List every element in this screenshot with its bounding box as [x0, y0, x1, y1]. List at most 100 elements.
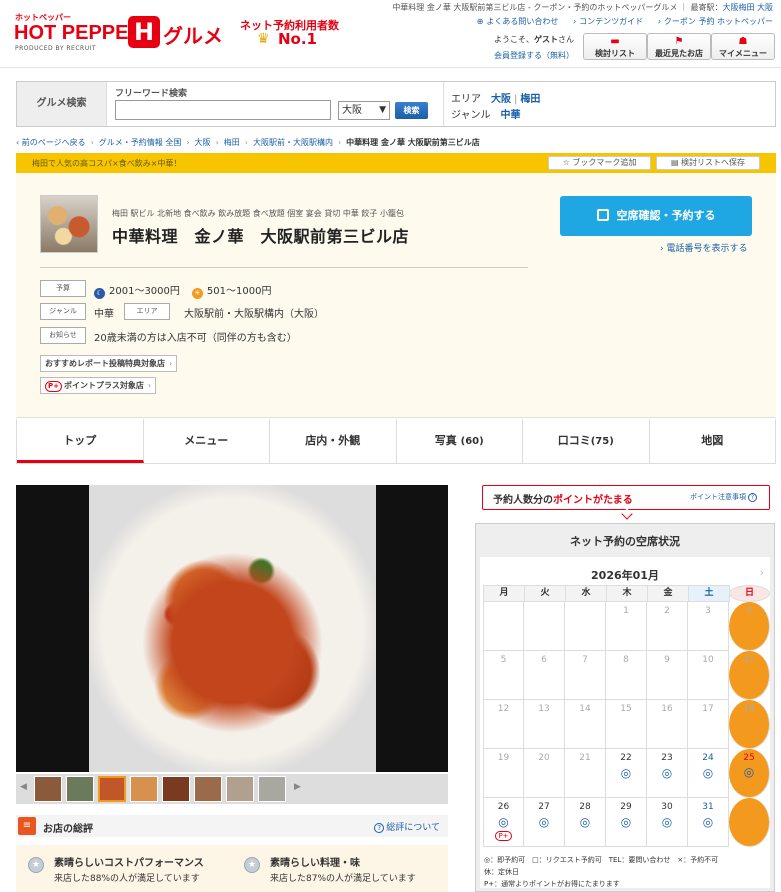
thumbnail[interactable]	[258, 776, 286, 802]
faq-link[interactable]: ⊕ よくある問い合わせ	[477, 17, 559, 26]
calendar-day: 21	[565, 749, 606, 798]
calendar-day[interactable]: 27 ◎	[524, 798, 565, 847]
review-summary-header: ≡ お店の総評 ? 総評について	[16, 815, 448, 837]
point-plus-badge[interactable]: P+ ポイントプラス対象店 ›	[40, 377, 157, 394]
thumbnail[interactable]	[194, 776, 222, 802]
genre-value: 中華	[94, 309, 114, 320]
content-guide-link[interactable]: › コンテンツガイド	[573, 17, 643, 26]
calendar-icon	[596, 209, 609, 221]
logo-h-icon[interactable]: H	[128, 16, 160, 48]
review-about-link[interactable]: ? 総評について	[374, 820, 440, 833]
calendar-empty-cell	[524, 602, 565, 651]
shop-tabs: トップ メニュー 店内・外観 写真 (60) 口コミ(75) 地図	[16, 419, 776, 464]
calendar-day[interactable]: 23 ◎	[647, 749, 688, 798]
logo-hotpepper[interactable]: HOT PEPPER	[14, 22, 143, 45]
calendar-day: 7	[565, 651, 606, 700]
available-mark-icon: ◎	[702, 766, 714, 780]
freeword-input[interactable]	[115, 100, 331, 120]
day-number: 9	[664, 655, 670, 665]
register-link[interactable]: 会員登録する（無料）	[494, 50, 574, 61]
back-link[interactable]: ‹ 前のページへ戻る	[16, 138, 86, 147]
day-number: 1	[623, 606, 629, 616]
nearest-station-link[interactable]: 大阪梅田 大阪	[722, 3, 773, 12]
tab-map[interactable]: 地図	[650, 419, 776, 463]
area-osaka-link[interactable]: 大阪	[491, 94, 511, 105]
sun-icon: ☀	[191, 288, 203, 299]
calendar-day[interactable]: 26 ◎ P+	[483, 798, 524, 847]
search-button[interactable]: 検索	[395, 102, 428, 119]
thumbnail[interactable]	[34, 776, 62, 802]
guest-name: ゲスト	[534, 35, 558, 44]
breadcrumb-item[interactable]: 大阪	[195, 138, 211, 147]
coupon-link[interactable]: › クーポン 予約 ホットペッパー	[658, 17, 773, 26]
breadcrumb-item[interactable]: 梅田	[224, 138, 240, 147]
my-menu-button[interactable]: ☗ マイメニュー	[711, 33, 775, 60]
area-condition: エリア 大阪 | 梅田	[451, 94, 541, 105]
tab-photos[interactable]: 写真 (60)	[397, 419, 523, 463]
calendar-empty-cell	[565, 602, 606, 651]
review-item-title: 素晴らしいコストパフォーマンス	[54, 858, 204, 869]
calendar-day: 3	[688, 602, 729, 651]
calendar-day: 9	[647, 651, 688, 700]
consider-list-button[interactable]: ▬ 検討リスト	[583, 33, 647, 60]
chevron-left-icon[interactable]: ◀	[20, 782, 27, 792]
tab-interior[interactable]: 店内・外観	[270, 419, 397, 463]
freeword-label: フリーワード検索	[115, 89, 188, 99]
area-select[interactable]: 大阪 ▼	[338, 101, 390, 120]
thumbnail[interactable]	[130, 776, 158, 802]
points-notice-link[interactable]: ポイント注意事項?	[690, 492, 757, 502]
area-umeda-link[interactable]: 梅田	[520, 94, 540, 105]
day-number: 2	[664, 606, 670, 616]
day-number: 22	[620, 753, 632, 763]
day-number: 7	[582, 655, 588, 665]
shop-info: 梅田 駅ビル 北新地 食べ飲み 飲み放題 食べ放題 個室 宴会 貸切 中華 餃子…	[16, 173, 776, 418]
report-benefit-badge[interactable]: おすすめレポート投稿特典対象店 ›	[40, 355, 178, 372]
calendar-day[interactable]: 29 ◎	[606, 798, 647, 847]
weekday-header: 水	[565, 585, 607, 602]
calendar-day: 15	[606, 700, 647, 749]
breadcrumb: ‹ 前のページへ戻る › グルメ・予約情報 全国 › 大阪 › 梅田 › 大阪駅前・大阪駅構内 ›…	[16, 138, 480, 147]
show-phone-link[interactable]: › 電話番号を表示する	[660, 241, 747, 254]
main-photo[interactable]	[16, 485, 448, 772]
shop-tags: 梅田 駅ビル 北新地 食べ飲み 飲み放題 食べ放題 個室 宴会 貸切 中華 餃子…	[112, 209, 404, 218]
calendar-day[interactable]: 28 ◎	[565, 798, 606, 847]
faq-icon: ⊕	[476, 17, 484, 26]
day-number: 19	[497, 753, 510, 763]
weekday-header: 木	[606, 585, 648, 602]
recently-viewed-button[interactable]: ⚑ 最近見たお店	[647, 33, 711, 60]
reserve-button[interactable]: 空席確認・予約する	[560, 196, 752, 236]
calendar-title: ネット予約の空席状況	[570, 535, 680, 548]
thumbnail[interactable]	[226, 776, 254, 802]
tab-reviews[interactable]: 口コミ(75)	[523, 419, 650, 463]
calendar-day: 12	[483, 700, 524, 749]
legend-point-plus: P+：通常よりポイントがお得にたまります	[484, 880, 620, 888]
review-summary: ★ 素晴らしいコストパフォーマンス 来店した88%の人が満足しています ★ 素晴…	[16, 845, 448, 892]
day-number: 26	[497, 802, 510, 812]
calendar-day[interactable]: 22 ◎	[606, 749, 647, 798]
shop-thumbnail[interactable]	[40, 195, 98, 253]
calendar-day[interactable]: 30 ◎	[647, 798, 688, 847]
area-value: 大阪駅前・大阪駅構内（大阪）	[184, 309, 324, 320]
day-number: 29	[620, 802, 632, 812]
chevron-right-icon[interactable]: ▶	[294, 782, 301, 792]
day-number: 18	[743, 704, 755, 714]
breadcrumb-item[interactable]: グルメ・予約情報 全国	[99, 138, 182, 147]
save-list-button[interactable]: ▤ 検討リストへ保存	[656, 156, 760, 170]
breadcrumb-item[interactable]: 大阪駅前・大阪駅構内	[253, 138, 333, 147]
tab-menu[interactable]: メニュー	[144, 419, 270, 463]
medal-icon: ★	[244, 857, 260, 873]
genre-chinese-link[interactable]: 中華	[501, 110, 521, 121]
thumbnail[interactable]	[98, 776, 126, 802]
tab-top[interactable]: トップ	[17, 419, 144, 463]
bookmark-button[interactable]: ☆ ブックマーク追加	[548, 156, 651, 170]
calendar-day[interactable]: 24 ◎	[688, 749, 729, 798]
thumbnail[interactable]	[66, 776, 94, 802]
thumbnail[interactable]	[162, 776, 190, 802]
logo-gourmet[interactable]: グルメ	[163, 20, 223, 49]
search-label: グルメ検索	[17, 82, 107, 126]
review-title: お店の総評	[43, 824, 93, 835]
calendar-day[interactable]: 25 ◎	[729, 749, 770, 798]
chevron-right-icon[interactable]: ›	[760, 566, 764, 579]
calendar-day[interactable]: 31 ◎	[688, 798, 729, 847]
photo-thumbnails: ◀ ▶	[16, 774, 448, 804]
